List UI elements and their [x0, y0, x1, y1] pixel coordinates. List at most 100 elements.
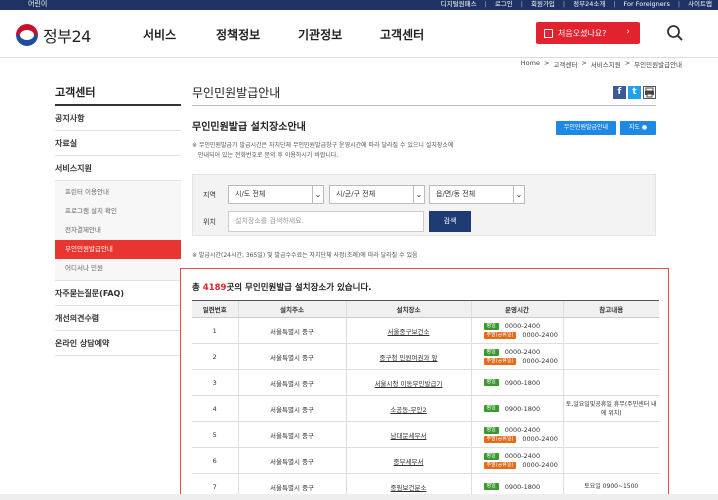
sidebar-item-consultation[interactable]: 온라인 상담예약: [55, 331, 181, 356]
table-header-row: 일련번호 설치주소 설치장소 운영시간 참고내용: [192, 300, 659, 318]
sidebar-sub-program-check[interactable]: 프로그램 설치 확인: [55, 202, 181, 221]
result-panel: 총 4189곳의 무인민원발급 설치장소가 있습니다. 일련번호 설치주소 설치…: [180, 268, 669, 500]
col-header-note: 참고내용: [562, 300, 659, 318]
row-place-link[interactable]: 서울시청 이동무인발급기: [345, 369, 471, 396]
table-row: 2 서울특별시 중구 중구청 민원여권과 앞 평일 0000-2400 주말(공휴일) 00…: [192, 343, 659, 370]
holiday-badge: 주말(공휴일): [483, 435, 517, 443]
breadcrumb: Home > 고객센터 > 서비스지원 > 무인민원발급안내: [517, 59, 682, 69]
nav-agency-info[interactable]: 기관정보: [298, 26, 342, 43]
sidebar: 고객센터 공지사항 자료실 서비스지원 프린터 이용안내 프로그램 설치 확인 …: [55, 84, 181, 356]
col-header-hours: 운영시간: [470, 300, 563, 318]
row-no: 2: [192, 343, 238, 370]
print-icon[interactable]: [643, 86, 656, 99]
site-header: 정부24 서비스 정책정보 기관정보 고객센터 처음오셨나요? ›: [0, 10, 718, 58]
weekday-badge: 평일: [483, 483, 499, 490]
sido-select[interactable]: 시/도 전체 ⌄: [228, 185, 324, 204]
book-icon: [544, 28, 553, 38]
nav-services[interactable]: 서비스: [143, 26, 176, 43]
sidebar-item-archive[interactable]: 자료실: [55, 131, 181, 156]
search-button[interactable]: 검색: [429, 211, 471, 232]
weekday-badge: 평일: [483, 379, 499, 386]
map-button[interactable]: 지도 ●: [620, 121, 656, 135]
hours-value: 0000-2400: [522, 435, 558, 443]
utility-links: 디지털원패스 | 로그인 | 회원가입 | 정부24소개 | For Forei…: [433, 0, 712, 8]
row-place-link[interactable]: 서울중구보건소: [345, 317, 471, 344]
sigungu-select[interactable]: 시/군/구 전체 ⌄: [329, 185, 425, 204]
sidebar-sub-printer[interactable]: 프린터 이용안내: [55, 183, 181, 202]
row-no: 6: [192, 447, 238, 474]
kiosk-info-button[interactable]: 무인민원발급안내: [556, 121, 616, 135]
sitemap-link[interactable]: 사이트맵: [688, 0, 712, 8]
result-prefix: 총: [192, 283, 203, 293]
row-place-link[interactable]: 남대문세무서: [345, 421, 471, 448]
kids-link[interactable]: 어린이: [28, 0, 47, 8]
logo-text: 정부24: [43, 27, 91, 46]
row-no: 1: [192, 317, 238, 344]
row-place-link[interactable]: 중부세무서: [345, 447, 471, 474]
sidebar-submenu: 프린터 이용안내 프로그램 설치 확인 전자결제안내 무인민원발급안내 어디서나…: [55, 181, 181, 281]
hours-value: 0000-2400: [504, 452, 541, 460]
row-note: [562, 421, 659, 448]
share-buttons: f t: [611, 86, 656, 99]
taegeuk-logo-icon: [16, 24, 38, 46]
row-address: 서울특별시 중구: [237, 395, 346, 422]
row-note: [562, 369, 659, 396]
signup-link[interactable]: 회원가입: [531, 0, 555, 8]
hours-value: 0000-2400: [522, 331, 558, 339]
site-logo[interactable]: 정부24: [16, 23, 91, 47]
table-body: 1 서울특별시 중구 서울중구보건소 평일 0000-2400 주말(공휴일) 0000-2…: [192, 317, 659, 500]
col-header-address: 설치주소: [237, 300, 346, 318]
sigungu-select-value: 시/군/구 전체: [336, 190, 376, 198]
twitter-share-icon[interactable]: t: [628, 86, 641, 99]
divider: |: [613, 0, 616, 8]
col-header-place: 설치장소: [345, 300, 471, 318]
notice-text: ※ 무인민원발급기 발급시간은 자치단체 무인민원발급창구 운영시간에 따라 달…: [192, 141, 512, 161]
page-title: 무인민원발급안내: [192, 84, 656, 106]
kiosk-location-table: 일련번호 설치주소 설치장소 운영시간 참고내용 1 서울특별시 중구 서울중구보건…: [192, 300, 659, 500]
breadcrumb-home[interactable]: Home: [521, 59, 540, 69]
hours-value: 0000-2400: [522, 357, 558, 365]
breadcrumb-separator: >: [581, 59, 587, 67]
location-search-input[interactable]: 설치장소를 검색하세요.: [228, 211, 424, 232]
section-title: 무인민원발급 설치장소안내: [192, 122, 306, 133]
row-place-link[interactable]: 소공동-무인2: [345, 395, 471, 422]
col-header-no: 일련번호: [192, 300, 238, 318]
sidebar-item-service-support[interactable]: 서비스지원: [55, 156, 181, 181]
login-link[interactable]: 로그인: [495, 0, 513, 8]
table-row: 3 서울특별시 중구 서울시청 이동무인발급기 평일 0900-1800: [192, 369, 659, 396]
sido-select-value: 시/도 전체: [235, 190, 266, 198]
sidebar-sub-payment[interactable]: 전자결제안내: [55, 221, 181, 240]
region-label: 지역: [203, 191, 216, 199]
table-row: 5 서울특별시 중구 남대문세무서 평일 0000-2400 주말(공휴일) 0000-24…: [192, 421, 659, 448]
location-label: 위치: [203, 218, 216, 226]
row-place-link[interactable]: 중구청 민원여권과 앞: [345, 343, 471, 370]
row-hours: 평일 0000-2400 주말(공휴일) 0000-2400: [470, 317, 563, 344]
divider: |: [677, 0, 681, 8]
facebook-share-icon[interactable]: f: [613, 86, 626, 99]
first-visit-button[interactable]: 처음오셨나요? ›: [536, 22, 640, 44]
hours-value: 0000-2400: [504, 322, 541, 330]
result-suffix: 곳의 무인민원발급 설치장소가 있습니다.: [226, 283, 372, 293]
row-hours: 평일 0000-2400 주말(공휴일) 0000-2400: [470, 421, 563, 448]
breadcrumb-service-support[interactable]: 서비스지원: [591, 59, 621, 69]
sidebar-item-notice[interactable]: 공지사항: [55, 106, 181, 131]
about-link[interactable]: 정부24소개: [573, 0, 605, 8]
breadcrumb-customer-center[interactable]: 고객센터: [553, 59, 577, 69]
weekday-badge: 평일: [483, 405, 499, 412]
row-no: 3: [192, 369, 238, 396]
sidebar-sub-anywhere[interactable]: 어디서나 민원: [55, 259, 181, 278]
eupmyeon-select[interactable]: 읍/면/동 전체 ⌄: [429, 185, 525, 204]
search-icon[interactable]: [666, 24, 684, 42]
sidebar-item-feedback[interactable]: 개선의견수렴: [55, 306, 181, 331]
nav-policy-info[interactable]: 정책정보: [216, 26, 260, 43]
fee-notice: ※ 발급시간(24시간, 365일) 및 발급수수료는 자치단체 사정(조례)에…: [192, 252, 418, 259]
sidebar-sub-kiosk-active[interactable]: 무인민원발급안내: [55, 240, 181, 259]
sidebar-item-faq[interactable]: 자주묻는질문(FAQ): [55, 281, 181, 306]
digital-onepass-link[interactable]: 디지털원패스: [441, 0, 477, 8]
foreigners-link[interactable]: For Foreigners: [624, 0, 670, 8]
row-no: 5: [192, 421, 238, 448]
chevron-right-icon: ›: [626, 27, 630, 37]
row-address: 서울특별시 중구: [237, 369, 346, 396]
nav-customer-center[interactable]: 고객센터: [380, 26, 424, 43]
chevron-down-icon: ⌄: [413, 186, 424, 203]
